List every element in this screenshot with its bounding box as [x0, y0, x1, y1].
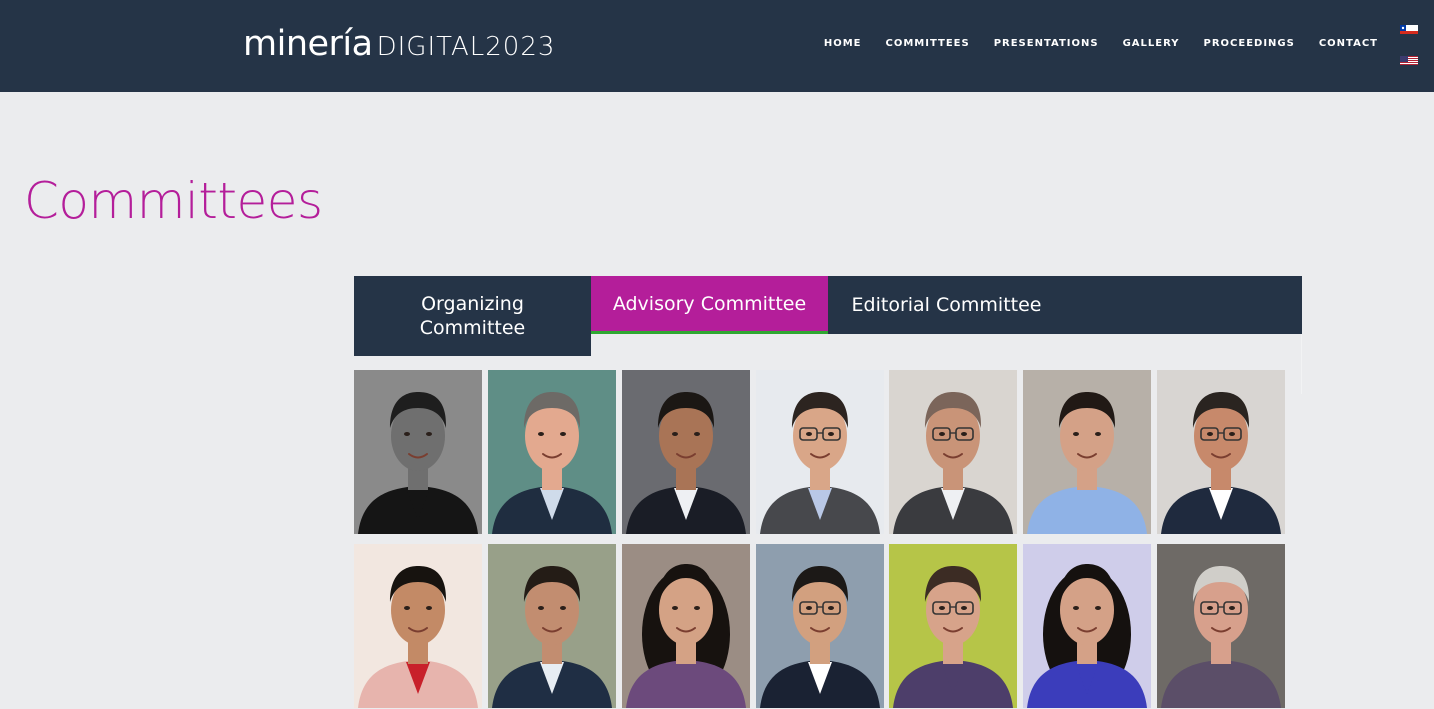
portrait-image: [889, 544, 1017, 708]
member-photo[interactable]: [622, 370, 750, 534]
member-photo[interactable]: [889, 544, 1017, 708]
tab-label: Organizing Committee: [419, 293, 526, 339]
portrait-image: [756, 370, 884, 534]
portrait-image: [1023, 544, 1151, 708]
member-photo[interactable]: [488, 370, 616, 534]
page-title: Committees: [24, 171, 323, 230]
member-photo[interactable]: [1023, 370, 1151, 534]
flag-usa-icon[interactable]: [1400, 53, 1418, 65]
portrait-image: [1157, 370, 1285, 534]
member-photo[interactable]: [354, 370, 482, 534]
member-photo[interactable]: [354, 544, 482, 708]
nav-presentations[interactable]: PRESENTATIONS: [994, 38, 1099, 49]
nav-contact[interactable]: CONTACT: [1319, 38, 1378, 49]
member-photo[interactable]: [1157, 370, 1285, 534]
portrait-image: [354, 544, 482, 708]
tab-label: Editorial Committee: [851, 294, 1042, 316]
member-photo[interactable]: [488, 544, 616, 708]
portrait-image: [354, 370, 482, 534]
portrait-image: [622, 544, 750, 708]
panel-border: [1301, 334, 1302, 394]
nav-committees[interactable]: COMMITTEES: [885, 38, 969, 49]
flag-chile-icon[interactable]: [1400, 22, 1418, 34]
member-photo[interactable]: [756, 370, 884, 534]
tab-advisory-committee[interactable]: Advisory Committee: [591, 276, 828, 334]
member-photo[interactable]: [889, 370, 1017, 534]
nav-proceedings[interactable]: PROCEEDINGS: [1204, 38, 1295, 49]
portrait-image: [756, 544, 884, 708]
portrait-image: [488, 370, 616, 534]
member-photo[interactable]: [756, 544, 884, 708]
member-photo[interactable]: [622, 544, 750, 708]
member-photo[interactable]: [1157, 544, 1285, 708]
portrait-image: [889, 370, 1017, 534]
portrait-image: [1023, 370, 1151, 534]
nav-gallery[interactable]: GALLERY: [1123, 38, 1180, 49]
logo-main-text: minería: [243, 24, 373, 64]
site-header: minería DIGITAL2023 HOME COMMITTEES PRES…: [0, 0, 1434, 92]
site-logo[interactable]: minería DIGITAL2023: [243, 24, 555, 64]
portrait-image: [622, 370, 750, 534]
tab-organizing-committee[interactable]: Organizing Committee: [354, 276, 591, 356]
tab-label: Advisory Committee: [612, 292, 807, 315]
portrait-image: [1157, 544, 1285, 708]
main-nav: HOME COMMITTEES PRESENTATIONS GALLERY PR…: [800, 38, 1378, 49]
portrait-image: [488, 544, 616, 708]
nav-home[interactable]: HOME: [824, 38, 862, 49]
logo-sub-text: DIGITAL2023: [376, 32, 556, 62]
member-photo[interactable]: [1023, 544, 1151, 708]
tab-editorial-committee[interactable]: Editorial Committee: [828, 276, 1065, 334]
